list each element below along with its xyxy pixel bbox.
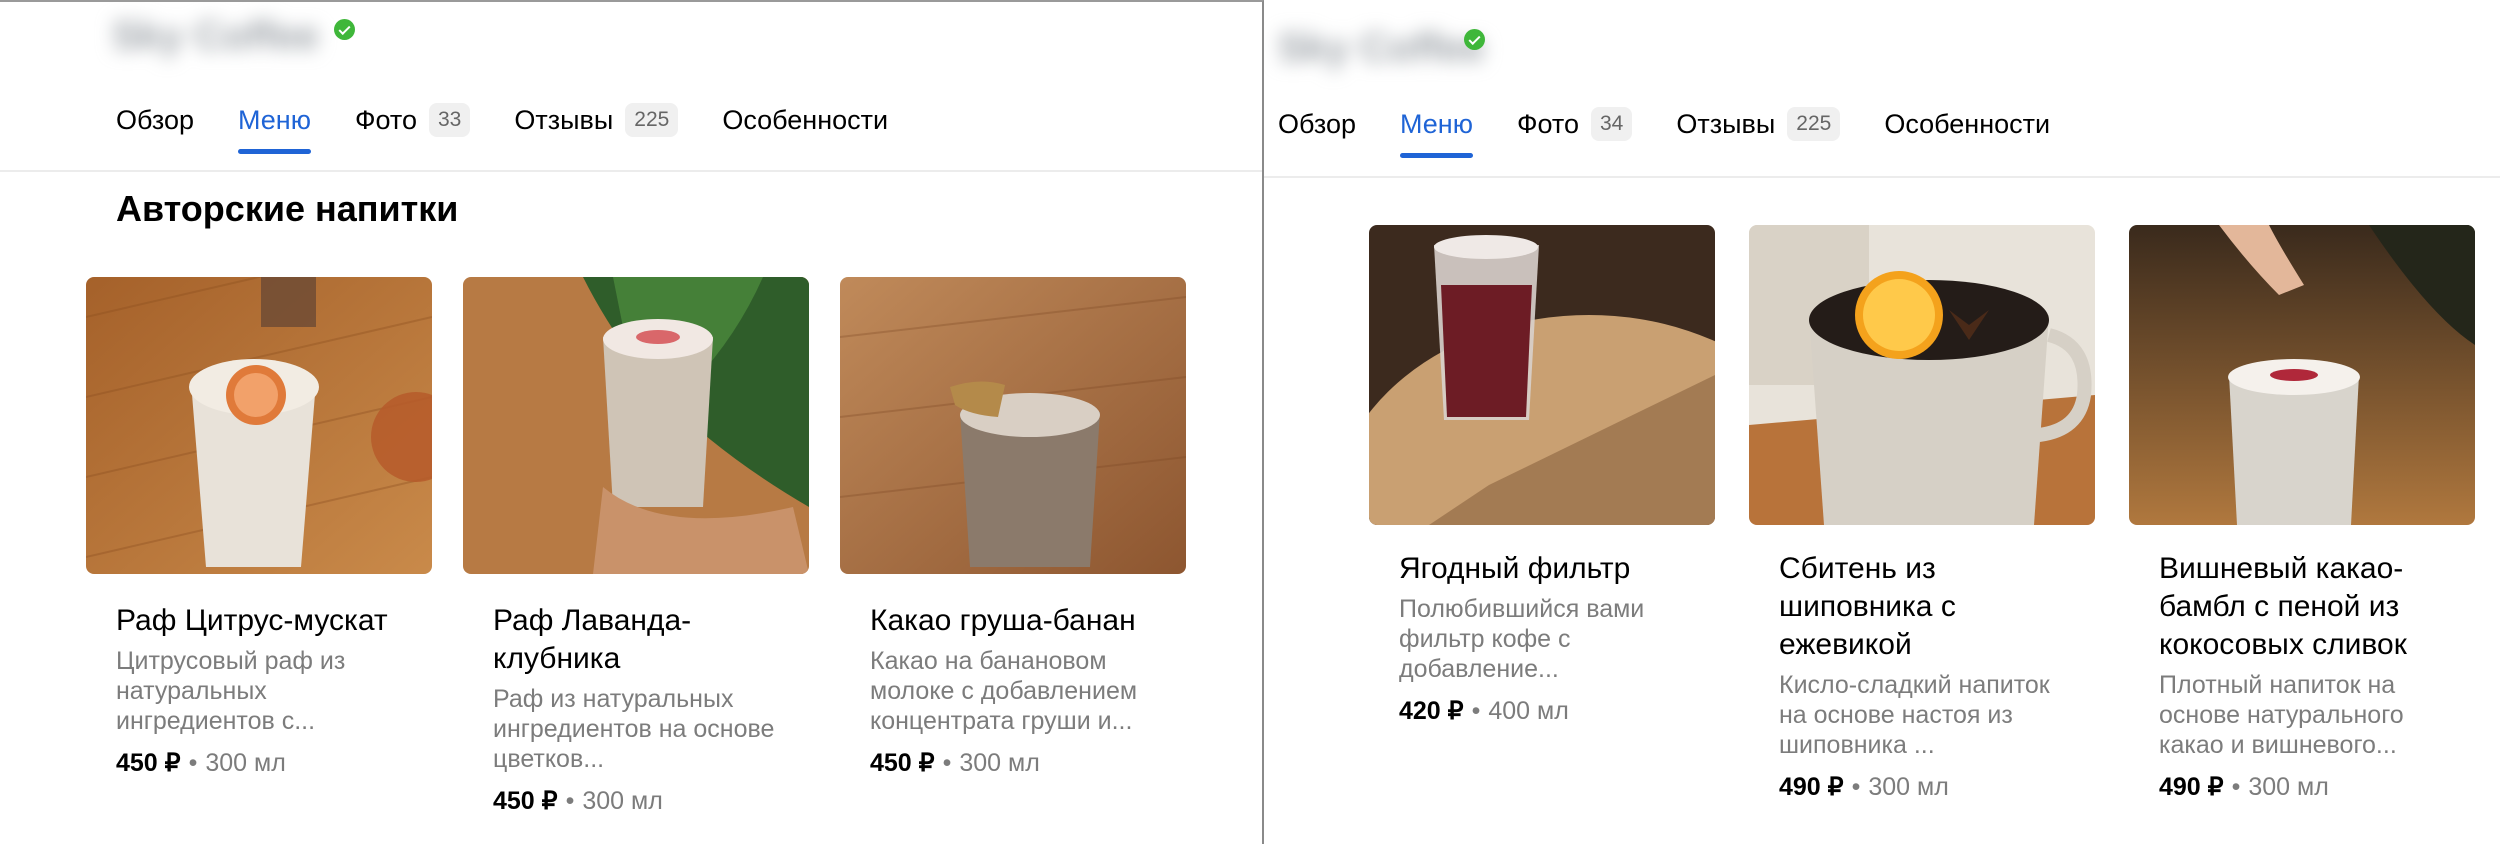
tab-photos[interactable]: Фото 34 bbox=[1516, 94, 1633, 154]
item-volume: 300 мл bbox=[959, 749, 1040, 777]
left-panel: Sky Coffee Обзор Меню Фото 33 Отзывы 225 О… bbox=[0, 0, 1264, 844]
item-name: Сбитень из шиповника с ежевикой bbox=[1779, 552, 1956, 661]
product-photo bbox=[1749, 225, 2095, 525]
section-title: Авторские напитки bbox=[116, 188, 459, 229]
tab-label: Обзор bbox=[1278, 108, 1356, 139]
item-price: 490 ₽ bbox=[1779, 773, 1844, 801]
item-description: Полюбившийся вами фильтр кофе с добавлен… bbox=[1399, 595, 1645, 683]
product-photo bbox=[2129, 225, 2475, 525]
tab-photos[interactable]: Фото 33 bbox=[354, 90, 471, 150]
verified-check-icon bbox=[334, 19, 355, 40]
item-name: Раф Цитрус-мускат bbox=[116, 604, 388, 637]
tab-overview[interactable]: Обзор bbox=[1278, 94, 1356, 154]
tab-features[interactable]: Особенности bbox=[722, 90, 888, 150]
separator-dot: • bbox=[2231, 773, 2241, 801]
item-price: 450 ₽ bbox=[870, 749, 935, 777]
item-volume: 300 мл bbox=[205, 749, 286, 777]
item-volume: 300 мл bbox=[582, 787, 663, 815]
right-panel: Sky Coffee Обзор Меню Фото 34 Отзывы 225 О… bbox=[1264, 0, 2500, 844]
tab-bar: Обзор Меню Фото 34 Отзывы 225 Особенности bbox=[1278, 94, 2094, 158]
tab-label: Фото bbox=[1516, 108, 1579, 139]
tab-menu[interactable]: Меню bbox=[1399, 94, 1473, 158]
tab-menu[interactable]: Меню bbox=[237, 90, 311, 154]
item-info: Ягодный фильтр Полюбившийся вами фильтр … bbox=[1399, 550, 1699, 726]
tab-overview[interactable]: Обзор bbox=[116, 90, 194, 150]
item-price: 450 ₽ bbox=[493, 787, 558, 815]
tab-label: Обзор bbox=[116, 104, 194, 135]
item-description: Плотный напиток на основе натурального к… bbox=[2159, 671, 2404, 759]
verified-check-icon bbox=[1464, 29, 1485, 50]
right-header: Sky Coffee Обзор Меню Фото 34 Отзывы 225 О… bbox=[1264, 0, 2500, 178]
item-name: Какао груша-банан bbox=[870, 604, 1136, 637]
count-badge: 33 bbox=[429, 103, 471, 137]
tab-label: Отзывы bbox=[1676, 108, 1776, 139]
item-info: Раф Цитрус-мускат Цитрусовый раф из нату… bbox=[116, 602, 416, 778]
price-row: 490 ₽ • 300 мл bbox=[2159, 772, 2459, 802]
product-photo bbox=[840, 277, 1186, 574]
tab-label: Меню bbox=[1399, 108, 1473, 139]
item-volume: 400 мл bbox=[1488, 697, 1569, 725]
item-info: Сбитень из шиповника с ежевикой Кисло-сл… bbox=[1779, 550, 2079, 802]
tab-label: Особенности bbox=[1884, 108, 2051, 139]
tab-label: Отзывы bbox=[514, 104, 614, 135]
item-price: 450 ₽ bbox=[116, 749, 181, 777]
separator-dot: • bbox=[1471, 697, 1481, 725]
item-volume: 300 мл bbox=[1868, 773, 1949, 801]
separator-dot: • bbox=[565, 787, 575, 815]
tab-bar: Обзор Меню Фото 33 Отзывы 225 Особенности bbox=[116, 90, 932, 154]
left-header: Sky Coffee Обзор Меню Фото 33 Отзывы 225 О… bbox=[0, 2, 1262, 172]
count-badge: 34 bbox=[1591, 107, 1633, 141]
price-row: 450 ₽ • 300 мл bbox=[870, 748, 1170, 778]
business-name: Sky Coffee bbox=[112, 14, 319, 58]
item-name: Вишневый какао-бамбл с пеной из кокосовы… bbox=[2159, 552, 2407, 661]
item-info: Раф Лаванда-клубника Раф из натуральных … bbox=[493, 602, 793, 816]
tab-features[interactable]: Особенности bbox=[1884, 94, 2050, 154]
item-price: 420 ₽ bbox=[1399, 697, 1464, 725]
business-name: Sky Coffee bbox=[1278, 26, 1485, 70]
item-name: Ягодный фильтр bbox=[1399, 552, 1631, 585]
item-description: Какао на банановом молоке с добавлением … bbox=[870, 647, 1138, 735]
item-description: Цитрусовый раф из натуральных ингредиент… bbox=[116, 647, 346, 735]
item-description: Раф из натуральных ингредиентов на основ… bbox=[493, 685, 775, 773]
product-photo bbox=[86, 277, 432, 574]
product-photo bbox=[1369, 225, 1715, 525]
item-volume: 300 мл bbox=[2248, 773, 2329, 801]
tab-reviews[interactable]: Отзывы 225 bbox=[514, 90, 679, 150]
item-name: Раф Лаванда-клубника bbox=[493, 604, 692, 675]
separator-dot: • bbox=[942, 749, 952, 777]
tab-reviews[interactable]: Отзывы 225 bbox=[1676, 94, 1841, 154]
item-info: Какао груша-банан Какао на банановом мол… bbox=[870, 602, 1170, 778]
price-row: 450 ₽ • 300 мл bbox=[116, 748, 416, 778]
item-info: Вишневый какао-бамбл с пеной из кокосовы… bbox=[2159, 550, 2459, 802]
count-badge: 225 bbox=[1787, 107, 1841, 141]
product-photo bbox=[463, 277, 809, 574]
count-badge: 225 bbox=[625, 103, 679, 137]
item-price: 490 ₽ bbox=[2159, 773, 2224, 801]
separator-dot: • bbox=[1851, 773, 1861, 801]
item-description: Кисло-сладкий напиток на основе настоя и… bbox=[1779, 671, 2050, 759]
price-row: 420 ₽ • 400 мл bbox=[1399, 696, 1699, 726]
price-row: 450 ₽ • 300 мл bbox=[493, 786, 793, 816]
separator-dot: • bbox=[188, 749, 198, 777]
tab-label: Меню bbox=[237, 104, 311, 135]
price-row: 490 ₽ • 300 мл bbox=[1779, 772, 2079, 802]
tab-label: Фото bbox=[354, 104, 417, 135]
tab-label: Особенности bbox=[722, 104, 889, 135]
